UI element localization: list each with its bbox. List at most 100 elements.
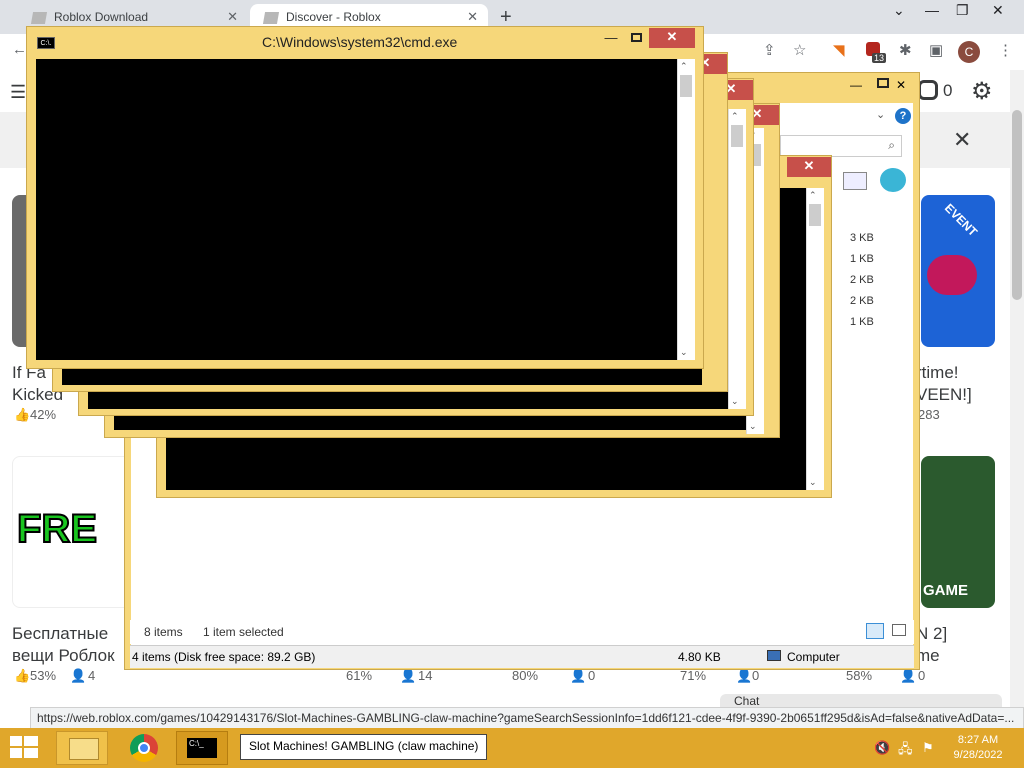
game-title[interactable]: Бесплатные <box>12 623 108 645</box>
selection-count: 1 item selected <box>203 625 284 639</box>
shell-icon[interactable] <box>880 168 906 192</box>
console-area[interactable] <box>36 59 677 360</box>
chrome-taskbar-button[interactable] <box>118 731 170 765</box>
console-scrollbar[interactable]: ⌃⌄ <box>806 188 824 490</box>
explorer-maximize-button[interactable] <box>877 78 889 88</box>
explorer-close-button[interactable]: ✕ <box>896 78 906 92</box>
ribbon-expand-icon[interactable]: ⌄ <box>876 108 885 121</box>
players-icon: 👤 <box>736 668 753 683</box>
taskbar-tooltip: Slot Machines! GAMBLING (claw machine) <box>240 734 488 760</box>
chrome-menu-icon[interactable]: ⋮ <box>998 41 1013 59</box>
thumbs-up-icon: 👍 <box>14 407 31 422</box>
game-thumbnail[interactable]: FRE <box>12 456 132 608</box>
cmd-minimize-button[interactable]: — <box>601 29 621 49</box>
players-icon: 👤 <box>900 668 917 683</box>
chat-panel[interactable]: Chat <box>720 694 1002 708</box>
mascot-shape <box>927 255 977 295</box>
cmd-icon: C:\_ <box>187 738 217 758</box>
cmd-taskbar-button[interactable]: C:\_ <box>176 731 228 765</box>
bookmark-star-icon[interactable]: ☆ <box>793 41 806 59</box>
items-count: 8 items <box>144 625 183 639</box>
extensions-puzzle-icon[interactable]: ✱ <box>899 41 912 59</box>
disk-space-text: 4 items (Disk free space: 89.2 GB) <box>132 650 316 664</box>
extension-badge: 13 <box>872 53 887 63</box>
volume-muted-icon[interactable]: 🔇 <box>874 740 890 756</box>
event-badge: EVENT <box>941 200 981 240</box>
tab-title: Roblox Download <box>54 10 149 24</box>
cmd-close-button[interactable]: ✕ <box>649 28 695 48</box>
file-size: 2 KB <box>850 274 874 286</box>
like-ratio: 58% <box>846 668 873 683</box>
page-scrollbar[interactable] <box>1010 70 1024 710</box>
details-status-bar: 4 items (Disk free space: 89.2 GB) 4.80 … <box>130 645 914 668</box>
game-title[interactable]: rtime! <box>916 362 959 384</box>
restore-button[interactable]: ❐ <box>956 2 969 19</box>
help-icon[interactable]: ? <box>895 108 911 124</box>
player-count: 14 <box>418 668 433 683</box>
players-icon: 👤 <box>400 668 417 683</box>
minimize-button[interactable]: — <box>925 2 939 18</box>
game-thumbnail[interactable]: EVENT <box>921 195 995 347</box>
game-title[interactable]: вещи Роблок <box>12 645 115 667</box>
like-ratio: 61% <box>346 668 373 683</box>
cmd-app-icon[interactable]: C:\. <box>37 37 55 49</box>
game-title[interactable]: VEEN!] <box>916 384 972 406</box>
stat-value: 283 <box>918 407 940 422</box>
details-view-icon[interactable] <box>866 623 884 639</box>
console-scrollbar[interactable]: ⌃⌄ <box>728 109 746 409</box>
like-ratio: 71% <box>680 668 707 683</box>
cmd-maximize-button[interactable] <box>631 33 642 42</box>
link-preview-url: https://web.roblox.com/games/10429143176… <box>30 707 1024 729</box>
folder-icon <box>69 738 99 760</box>
large-icons-view-icon[interactable] <box>892 624 906 636</box>
taskbar-clock[interactable]: 8:27 AM 9/28/2022 <box>948 733 1008 763</box>
side-panel-icon[interactable]: ▣ <box>929 41 943 59</box>
settings-gear-icon[interactable]: ⚙ <box>971 77 993 106</box>
game-title[interactable]: N 2] <box>916 623 947 645</box>
console-scrollbar[interactable]: ⌃⌄ <box>677 59 695 360</box>
profile-avatar[interactable]: C <box>958 41 980 63</box>
tab-title: Discover - Roblox <box>286 10 381 24</box>
share-icon[interactable]: ⇪ <box>763 41 776 59</box>
thumbnail-text: GAME <box>923 582 968 599</box>
like-ratio: 42% <box>30 407 57 422</box>
cmd-close-button[interactable]: ✕ <box>787 157 831 177</box>
chat-label: Chat <box>734 694 760 708</box>
robux-icon[interactable] <box>918 80 938 100</box>
game-thumbnail[interactable]: GAME <box>921 456 995 608</box>
tab-search-icon[interactable]: ⌄ <box>893 2 905 19</box>
like-ratio: 80% <box>512 668 539 683</box>
clock-date: 9/28/2022 <box>953 749 1003 761</box>
cmd-window-front[interactable]: C:\. C:\Windows\system32\cmd.exe — ✕ ⌃ ⌄ <box>26 26 704 369</box>
back-icon[interactable]: ← <box>12 41 27 58</box>
file-size: 1 KB <box>850 316 874 328</box>
windows-start-icon[interactable] <box>10 736 38 760</box>
players-icon: 👤 <box>70 668 87 683</box>
location-text: Computer <box>787 650 840 664</box>
explorer-status-bar: 8 items 1 item selected <box>130 620 914 644</box>
chrome-icon <box>130 734 158 762</box>
close-browser-button[interactable]: ✕ <box>992 2 1004 19</box>
player-count: 4 <box>88 668 96 683</box>
player-count: 0 <box>752 668 760 683</box>
player-count: 0 <box>588 668 596 683</box>
player-count: 0 <box>918 668 926 683</box>
clock-time: 8:27 AM <box>957 734 999 746</box>
file-size: 1 KB <box>850 253 874 265</box>
computer-icon <box>767 650 781 661</box>
file-size: 3 KB <box>850 232 874 244</box>
selected-size-text: 4.80 KB <box>678 650 721 664</box>
explorer-minimize-button[interactable]: — <box>850 78 862 92</box>
roblox-favicon-icon <box>30 12 48 24</box>
file-explorer-taskbar-button[interactable] <box>56 731 108 765</box>
file-size: 2 KB <box>850 295 874 307</box>
preview-pane-icon[interactable] <box>843 172 867 190</box>
action-center-icon[interactable]: ⚑ <box>922 740 934 756</box>
explorer-search-input[interactable]: ⌕ <box>780 135 902 157</box>
hamburger-menu-icon[interactable]: ☰ <box>10 82 26 103</box>
rss-extension-icon[interactable]: ◥ <box>833 41 845 59</box>
robux-count: 0 <box>943 81 953 100</box>
banner-close-icon[interactable]: ✕ <box>953 127 971 153</box>
thumbnail-text: FRE <box>16 506 98 552</box>
network-icon[interactable]: 🖧 <box>898 740 913 762</box>
